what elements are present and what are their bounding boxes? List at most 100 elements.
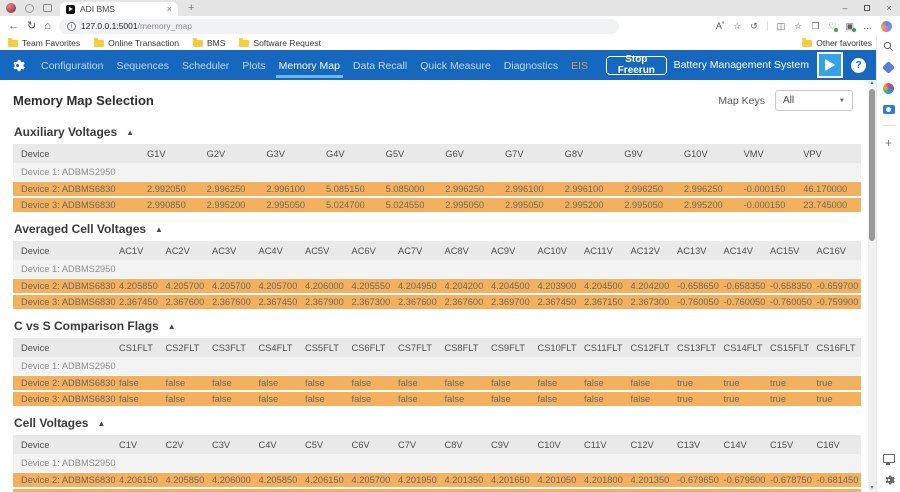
sidebar-m365-icon[interactable] [883, 83, 894, 94]
value-cell: 2.995050 [264, 197, 324, 213]
url-bar[interactable]: i 127.0.0.1:5001/memory_map [59, 19, 619, 34]
settings-gear-icon[interactable] [10, 58, 25, 73]
bookmark-bms[interactable]: BMS [193, 38, 225, 48]
value-cell: 4.201050 [536, 472, 583, 488]
column-header: AC4V [257, 241, 304, 260]
sidebar-add-icon[interactable]: + [885, 137, 892, 149]
table-row[interactable]: Device 1: ADBMS2950 [13, 260, 861, 278]
site-info-icon[interactable]: i [67, 22, 76, 31]
nav-item-configuration[interactable]: Configuration [38, 52, 106, 78]
table-row[interactable]: Device 2: ADBMS6830falsefalsefalsefalsef… [13, 375, 861, 391]
nav-item-quick-measure[interactable]: Quick Measure [417, 52, 494, 78]
value-cell: 2.367150 [582, 294, 629, 310]
extension-icon[interactable]: ▣ [845, 22, 854, 31]
stop-freerun-button[interactable]: Stop Freerun [606, 56, 667, 75]
value-cell: -0.760050 [675, 294, 722, 310]
sidebar-search-icon[interactable] [883, 41, 894, 52]
value-cell: 5.085150 [324, 181, 384, 197]
column-header: C5V [303, 435, 350, 454]
value-cell: 2.996250 [205, 181, 265, 197]
split-screen-icon[interactable]: ◫ [777, 22, 786, 31]
profile-avatar[interactable] [6, 3, 16, 13]
table-row[interactable]: Device 3: ADBMS68302.3676002.3677502.367… [13, 488, 861, 492]
value-cell: 4.201650 [489, 472, 536, 488]
window-minimize-button[interactable]: – [834, 0, 856, 16]
nav-item-sequences[interactable]: Sequences [113, 52, 172, 78]
window-close-button[interactable]: × [878, 0, 900, 16]
favorite-star-icon[interactable]: ☆ [733, 22, 741, 31]
column-header: AC2V [164, 241, 211, 260]
value-cell: 5.024550 [384, 197, 444, 213]
nav-item-scheduler[interactable]: Scheduler [179, 52, 232, 78]
play-button[interactable] [817, 52, 843, 78]
device-cell: Device 3: ADBMS6830 [13, 488, 117, 492]
table-row[interactable]: Device 2: ADBMS68304.2061504.2058504.206… [13, 472, 861, 488]
collapse-icon[interactable]: ▲ [168, 322, 176, 331]
collections-icon[interactable]: ❐ [811, 22, 819, 31]
sidebar-screenshot-icon[interactable] [883, 105, 895, 114]
map-keys-select[interactable]: All ▼ [775, 90, 853, 111]
sidebar-settings-icon[interactable] [883, 474, 895, 486]
back-button[interactable]: ← [8, 21, 19, 32]
value-cell [164, 357, 211, 375]
home-button[interactable]: ⌂ [44, 21, 51, 32]
nav-item-diagnostics[interactable]: Diagnostics [501, 52, 561, 78]
bookmark-software-request[interactable]: Software Request [239, 38, 321, 48]
column-header: C6V [350, 435, 397, 454]
value-cell [257, 454, 304, 472]
other-favorites[interactable]: Other favorites [802, 38, 872, 48]
bookmark-online-transaction[interactable]: Online Transaction [94, 38, 179, 48]
scroll-down-icon[interactable]: ▼ [868, 485, 876, 492]
table-row[interactable]: Device 3: ADBMS68302.3674502.3676002.367… [13, 294, 861, 310]
collapse-icon[interactable]: ▲ [155, 225, 163, 234]
device-cell: Device 3: ADBMS6830 [13, 197, 145, 213]
value-cell: -0.681450 [815, 472, 862, 488]
copilot-icon[interactable] [881, 21, 892, 32]
more-options-icon[interactable]: … [863, 22, 872, 31]
browser-essentials-icon[interactable]: ♡ [828, 22, 836, 31]
table-row[interactable]: Device 2: ADBMS68304.2058504.2057004.205… [13, 278, 861, 294]
collapse-icon[interactable]: ▲ [97, 419, 105, 428]
window-maximize-button[interactable] [856, 0, 878, 16]
table-row[interactable]: Device 3: ADBMS6830falsefalsefalsefalsef… [13, 391, 861, 407]
value-cell: 4.204500 [582, 278, 629, 294]
device-cell: Device 2: ADBMS6830 [13, 472, 117, 488]
value-cell: -0.806850 [675, 488, 722, 492]
value-cell: -0.809850 [815, 488, 862, 492]
table-row[interactable]: Device 2: ADBMS68302.9920502.9962502.996… [13, 181, 861, 197]
value-cell: 2.995050 [503, 197, 563, 213]
sidebar-shopping-icon[interactable] [882, 61, 895, 74]
page-scrollbar[interactable]: ▲ ▼ [868, 80, 876, 492]
data-table: DeviceG1VG2VG3VG4VG5VG6VG7VG8VG9VG10VVMV… [13, 144, 861, 214]
tab-close-icon[interactable]: × [167, 5, 172, 14]
read-aloud-icon[interactable]: Aᵃ [716, 21, 724, 31]
column-header: Device [13, 144, 145, 163]
scroll-up-icon[interactable]: ▲ [868, 80, 876, 87]
vertical-tabs-icon[interactable] [43, 4, 52, 12]
new-tab-button[interactable]: + [188, 3, 194, 14]
table-row[interactable]: Device 3: ADBMS68302.9908502.9952002.995… [13, 197, 861, 213]
sidebar-monitor-icon[interactable] [883, 454, 895, 463]
column-header: AC5V [303, 241, 350, 260]
workspaces-icon[interactable] [25, 4, 34, 13]
nav-item-data-recall[interactable]: Data Recall [350, 52, 410, 78]
scrollbar-thumb[interactable] [869, 89, 875, 241]
value-cell: false [350, 375, 397, 391]
refresh-button[interactable]: ↻ [27, 21, 36, 32]
map-keys-value: All [783, 95, 794, 106]
bookmark-team-favorites[interactable]: Team Favorites [8, 38, 80, 48]
history-icon[interactable]: ↺ [750, 22, 758, 31]
table-row[interactable]: Device 1: ADBMS2950 [13, 454, 861, 472]
device-cell: Device 1: ADBMS2950 [13, 454, 117, 472]
nav-item-memory-map[interactable]: Memory Map [276, 52, 343, 78]
value-cell [303, 260, 350, 278]
help-icon[interactable]: ? [851, 58, 866, 73]
table-row[interactable]: Device 1: ADBMS2950 [13, 163, 861, 181]
value-cell [768, 357, 815, 375]
favorites-bar-icon[interactable]: ☆ [794, 22, 802, 31]
nav-item-eis[interactable]: EIS [568, 52, 591, 78]
collapse-icon[interactable]: ▲ [126, 128, 134, 137]
table-row[interactable]: Device 1: ADBMS2950 [13, 357, 861, 375]
nav-item-plots[interactable]: Plots [239, 52, 268, 78]
browser-tab[interactable]: ADI BMS × [60, 2, 178, 16]
